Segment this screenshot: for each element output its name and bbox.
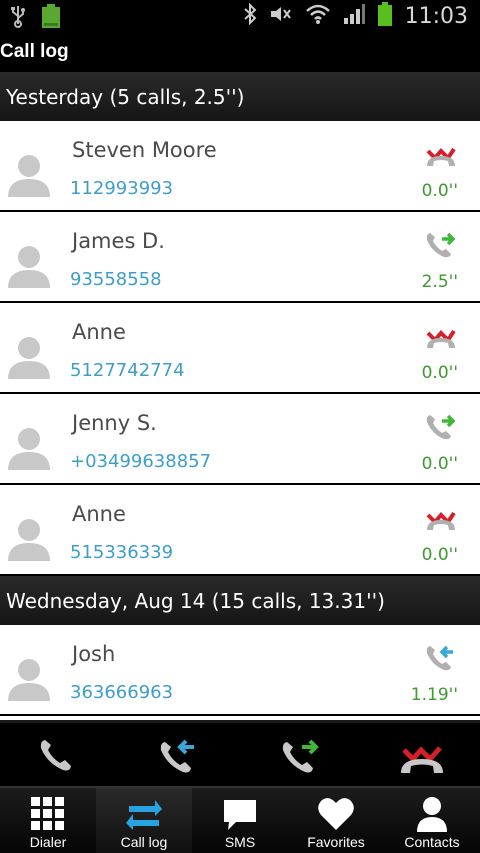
section-header-wednesday: Wednesday, Aug 14 (15 calls, 13.31'') xyxy=(0,576,480,625)
usb-icon xyxy=(10,4,26,32)
bottom-tab-bar: Dialer Call log SMS Favorites Contacts xyxy=(0,786,480,853)
call-duration: 0.0'' xyxy=(421,363,458,383)
contact-name: Anne xyxy=(72,502,126,526)
mute-icon xyxy=(269,4,293,28)
call-row[interactable]: Steven Moore 112993993 0.0'' xyxy=(0,121,480,212)
call-row[interactable]: Anne 515336339 0.0'' xyxy=(0,485,480,576)
call-duration: 1.19'' xyxy=(410,685,458,705)
missed-call-icon xyxy=(424,321,458,351)
section-header-label: Wednesday, Aug 14 (15 calls, 13.31'') xyxy=(6,588,385,613)
tab-label: Contacts xyxy=(404,834,460,850)
call-row[interactable]: James D. 93558558 2.5'' xyxy=(0,212,480,303)
contact-name: Jenny S. xyxy=(72,411,157,435)
phone-number: 363666963 xyxy=(70,682,174,703)
avatar-placeholder-icon xyxy=(6,516,52,562)
call-log-icon xyxy=(125,796,163,836)
outgoing-calls-icon[interactable] xyxy=(270,729,330,783)
call-row[interactable]: Anne 5127742774 0.0'' xyxy=(0,303,480,394)
contact-name: Anne xyxy=(72,320,126,344)
phone-number: 93558558 xyxy=(70,269,162,290)
title-bar: Call log xyxy=(0,32,480,72)
avatar-placeholder-icon xyxy=(6,334,52,380)
call-duration: 2.5'' xyxy=(421,272,458,292)
missed-calls-icon[interactable] xyxy=(392,729,452,783)
wifi-icon xyxy=(305,3,331,29)
call-duration: 0.0'' xyxy=(421,545,458,565)
bluetooth-icon xyxy=(243,2,257,29)
tab-favorites[interactable]: Favorites xyxy=(288,788,384,853)
avatar-placeholder-icon xyxy=(6,243,52,289)
incoming-call-icon xyxy=(424,643,458,673)
page-title: Call log xyxy=(0,41,69,62)
phone-number: +03499638857 xyxy=(70,451,212,472)
tab-dialer[interactable]: Dialer xyxy=(0,788,96,853)
call-duration: 0.0'' xyxy=(421,454,458,474)
heart-icon xyxy=(317,796,355,836)
incoming-calls-icon[interactable] xyxy=(148,729,208,783)
outgoing-call-icon xyxy=(424,230,458,260)
phone-number: 112993993 xyxy=(70,178,174,199)
avatar-placeholder-icon xyxy=(6,656,52,702)
all-calls-icon[interactable] xyxy=(26,729,86,783)
contact-name: Steven Moore xyxy=(72,138,217,162)
section-header-yesterday: Yesterday (5 calls, 2.5'') xyxy=(0,72,480,121)
contact-name: Josh xyxy=(72,642,116,666)
call-duration: 0.0'' xyxy=(421,181,458,201)
signal-icon xyxy=(343,3,365,29)
battery-small-icon xyxy=(40,3,62,33)
battery-icon xyxy=(377,1,393,31)
phone-number: 515336339 xyxy=(70,542,174,563)
missed-call-icon xyxy=(424,503,458,533)
avatar-placeholder-icon xyxy=(6,425,52,471)
tab-label: Favorites xyxy=(307,834,365,850)
tab-label: Dialer xyxy=(29,834,67,850)
call-row[interactable]: Jenny S. +03499638857 0.0'' xyxy=(0,394,480,485)
call-filter-bar xyxy=(0,720,480,786)
section-header-label: Yesterday (5 calls, 2.5'') xyxy=(6,84,245,109)
tab-call-log[interactable]: Call log xyxy=(96,788,192,853)
sms-icon xyxy=(222,796,258,836)
call-log-list[interactable]: Yesterday (5 calls, 2.5'') Steven Moore … xyxy=(0,72,480,720)
missed-call-icon xyxy=(424,139,458,169)
avatar-placeholder-icon xyxy=(6,152,52,198)
dialpad-icon xyxy=(30,796,66,836)
tab-label: Call log xyxy=(120,834,168,850)
call-row[interactable]: Josh 363666963 1.19'' xyxy=(0,625,480,716)
contact-icon xyxy=(414,796,450,836)
tab-label: SMS xyxy=(224,834,256,850)
phone-number: 5127742774 xyxy=(70,360,185,381)
clock: 11:03 xyxy=(404,3,468,29)
tab-sms[interactable]: SMS xyxy=(192,788,288,853)
tab-contacts[interactable]: Contacts xyxy=(384,788,480,853)
outgoing-call-icon xyxy=(424,412,458,442)
contact-name: James D. xyxy=(72,229,165,253)
status-bar: 11:03 xyxy=(0,0,480,32)
